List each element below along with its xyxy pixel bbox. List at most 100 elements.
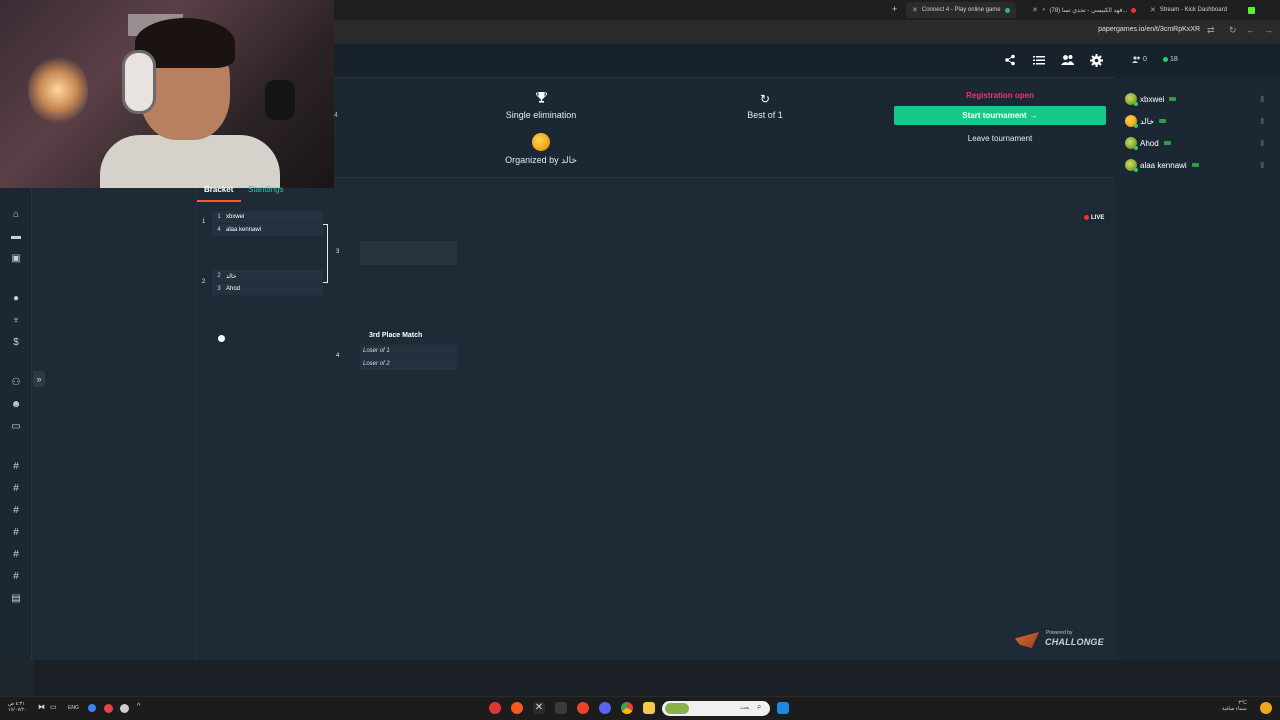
trash-icon[interactable]: ▮ xyxy=(1260,139,1268,147)
registration-status: Registration open xyxy=(965,91,1034,100)
trophy-icon[interactable]: ♆ xyxy=(9,314,23,328)
match-slot[interactable]: Loser of 1 xyxy=(360,345,457,357)
discord-tray-icon[interactable] xyxy=(120,704,129,713)
challonge-logo-icon xyxy=(1015,632,1039,648)
discord-icon[interactable] xyxy=(599,702,611,714)
match-slot[interactable]: 2 خالد xyxy=(212,270,323,282)
search-icon: ⌕ xyxy=(757,702,762,711)
display-icon[interactable]: ▭ xyxy=(50,703,57,711)
new-tab-icon[interactable]: + xyxy=(892,4,897,14)
live-badge[interactable]: LIVE xyxy=(1082,212,1112,223)
people-count-value: 0 xyxy=(1143,56,1147,63)
site-header xyxy=(334,44,1115,78)
mic-icon[interactable] xyxy=(88,704,96,712)
player-name: خالد xyxy=(1140,116,1155,126)
chevron-up-icon[interactable]: ^ xyxy=(137,703,140,710)
hash-icon[interactable]: # xyxy=(9,504,23,518)
expand-icon[interactable]: » xyxy=(33,371,45,387)
bot-icon[interactable]: ☻ xyxy=(9,398,23,412)
match-slot[interactable]: 4 alaa kennawi xyxy=(212,224,323,236)
leave-tournament-button[interactable]: Leave tournament xyxy=(894,134,1106,143)
circle-icon[interactable]: ● xyxy=(9,292,23,306)
record-icon[interactable] xyxy=(104,704,113,713)
organizer-avatar[interactable] xyxy=(532,133,550,151)
browser-tab-youtube[interactable]: ✕ ◖ (78) فهد الكبيسي - تحدي تسا... xyxy=(1026,2,1142,18)
final-match-box[interactable] xyxy=(360,241,457,265)
hash-icon[interactable]: # xyxy=(9,482,23,496)
online-dot-icon xyxy=(1163,57,1168,62)
windows-taskbar: ٤:٣١ ص ١٧/٠٧/٢٠ ⧓ ▭ ENG ^ ✕ بحث ⌕ ٣°C سم… xyxy=(0,696,1280,720)
match-slot[interactable]: 3 Ahod xyxy=(212,283,323,295)
clock-date: ١٧/٠٧/٢٠ xyxy=(8,707,27,713)
trash-icon[interactable]: ▮ xyxy=(1260,95,1268,103)
player-item[interactable]: Ahod xyxy=(1125,136,1171,150)
player-item[interactable]: alaa kennawi xyxy=(1125,158,1199,172)
extensions-icon[interactable]: ⇄ xyxy=(1207,25,1215,36)
close-icon[interactable]: ✕ xyxy=(912,6,918,14)
reload-icon[interactable]: ↻ xyxy=(1229,25,1237,36)
cart-icon[interactable]: ▬ xyxy=(9,230,23,244)
friends-icon[interactable]: ⚇ xyxy=(9,376,23,390)
firefox-icon[interactable] xyxy=(511,702,523,714)
browser-tab-connect4[interactable]: ✕ Connect 4 - Play online game xyxy=(906,2,1016,18)
start-icon[interactable] xyxy=(777,702,789,714)
page-bottom-strip xyxy=(0,660,1280,696)
share-icon[interactable] xyxy=(1003,54,1017,68)
hash-icon[interactable]: # xyxy=(9,460,23,474)
left-panel xyxy=(32,188,197,660)
webcam-person-body xyxy=(100,135,280,188)
format-label: Single elimination xyxy=(505,110,577,120)
player-item[interactable]: خالد xyxy=(1125,114,1167,128)
home-icon[interactable]: ⌂ xyxy=(9,208,23,222)
language-indicator[interactable]: ENG xyxy=(68,705,79,711)
list-icon[interactable] xyxy=(1032,54,1046,68)
third-place-title: 3rd Place Match xyxy=(369,332,423,339)
players-panel: 0 18 xbxwei ▮ خالد ▮ Ahod ▮ alaa kennawi… xyxy=(1115,44,1280,660)
slot-player-name: xbxwei xyxy=(226,214,245,220)
back-icon[interactable]: ← xyxy=(1246,25,1255,35)
powered-by-challonge[interactable]: Powered by CHALLONGE xyxy=(1015,628,1105,650)
live-dot-icon xyxy=(1084,215,1089,220)
network-icon[interactable]: ⧓ xyxy=(38,703,45,711)
folder-icon[interactable] xyxy=(643,702,655,714)
tab-standings[interactable]: Standings xyxy=(248,185,284,194)
trash-icon[interactable]: ▮ xyxy=(1260,117,1268,125)
users-icon[interactable] xyxy=(1060,54,1074,68)
slot-player-name: خالد xyxy=(226,273,237,280)
match-slot[interactable]: Loser of 2 xyxy=(360,358,457,370)
forward-icon[interactable]: → xyxy=(1264,25,1273,35)
x-app-icon[interactable]: ✕ xyxy=(533,702,545,714)
start-tournament-label: Start tournament xyxy=(962,111,1027,120)
close-icon[interactable]: ✕ xyxy=(1032,6,1038,14)
browser-tab-kick[interactable]: ✕ Stream - Kick Dashboard xyxy=(1144,2,1233,18)
gear-icon[interactable] xyxy=(1089,54,1103,68)
gift-icon[interactable]: ▣ xyxy=(9,252,23,266)
online-count-value: 18 xyxy=(1170,56,1178,63)
flag-icon xyxy=(1169,97,1177,101)
gamepad-icon[interactable]: ▭ xyxy=(9,420,23,434)
webcam-overlay xyxy=(0,0,334,188)
url-input[interactable]: papergames.io/en/t/3cmRpKxXR xyxy=(1098,26,1200,33)
chrome-icon[interactable] xyxy=(621,702,633,714)
tab-bracket[interactable]: Bracket xyxy=(204,185,233,194)
kick-icon xyxy=(1248,7,1255,14)
book-icon[interactable]: ▤ xyxy=(9,592,23,606)
trash-icon[interactable]: ▮ xyxy=(1260,161,1268,169)
hash-icon[interactable]: # xyxy=(9,526,23,540)
start-tournament-button[interactable]: Start tournament → xyxy=(894,106,1106,125)
clock[interactable]: ٤:٣١ ص ١٧/٠٧/٢٠ xyxy=(8,701,27,713)
hash-icon[interactable]: # xyxy=(9,570,23,584)
match-slot[interactable]: 1 xbxwei xyxy=(212,211,323,223)
hash-icon[interactable]: # xyxy=(9,548,23,562)
avatar xyxy=(1125,137,1138,150)
slot-seed: 1 xyxy=(217,214,221,220)
tab-active-underline xyxy=(197,200,241,202)
webcam-microphone xyxy=(265,80,295,120)
weather-widget[interactable]: ٣°C سماء صافية xyxy=(1222,700,1247,712)
player-item[interactable]: xbxwei xyxy=(1125,92,1177,106)
close-icon[interactable]: ✕ xyxy=(1150,6,1156,14)
brave-icon[interactable] xyxy=(577,702,589,714)
dollar-icon[interactable]: $ xyxy=(9,336,23,350)
terminal-icon[interactable] xyxy=(555,702,567,714)
opera-icon[interactable] xyxy=(489,702,501,714)
